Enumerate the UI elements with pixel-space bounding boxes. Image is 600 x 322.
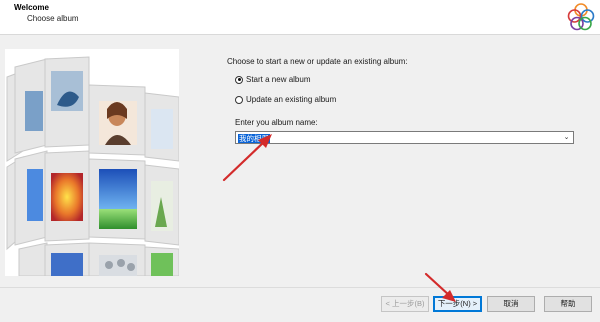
album-name-combobox[interactable]: 我的相册 ⌄ (235, 131, 574, 144)
album-name-value[interactable]: 我的相册 (238, 133, 270, 143)
update-existing-album-option[interactable]: Update an existing album (235, 95, 336, 104)
page-title: Welcome (14, 3, 49, 12)
update-existing-album-label[interactable]: Update an existing album (246, 95, 336, 104)
photo-wall-image (5, 49, 179, 276)
back-button[interactable]: < 上一步(B) (381, 296, 429, 312)
chevron-down-icon[interactable]: ⌄ (562, 133, 571, 143)
start-new-album-label[interactable]: Start a new album (246, 75, 310, 84)
rings-logo-icon (567, 3, 595, 31)
radio-start-new[interactable] (235, 75, 243, 84)
radio-update-existing[interactable] (235, 95, 243, 104)
start-new-album-option[interactable]: Start a new album (235, 75, 310, 84)
footer-divider (0, 287, 600, 288)
choose-prompt-label: Choose to start a new or update an exist… (227, 57, 408, 66)
album-name-label: Enter you album name: (235, 118, 318, 127)
cancel-button[interactable]: 取消 (487, 296, 535, 312)
wizard-header: Welcome Choose album (0, 0, 600, 35)
help-button[interactable]: 帮助 (544, 296, 592, 312)
next-button[interactable]: 下一步(N) > (433, 296, 482, 312)
page-subtitle: Choose album (27, 14, 79, 23)
